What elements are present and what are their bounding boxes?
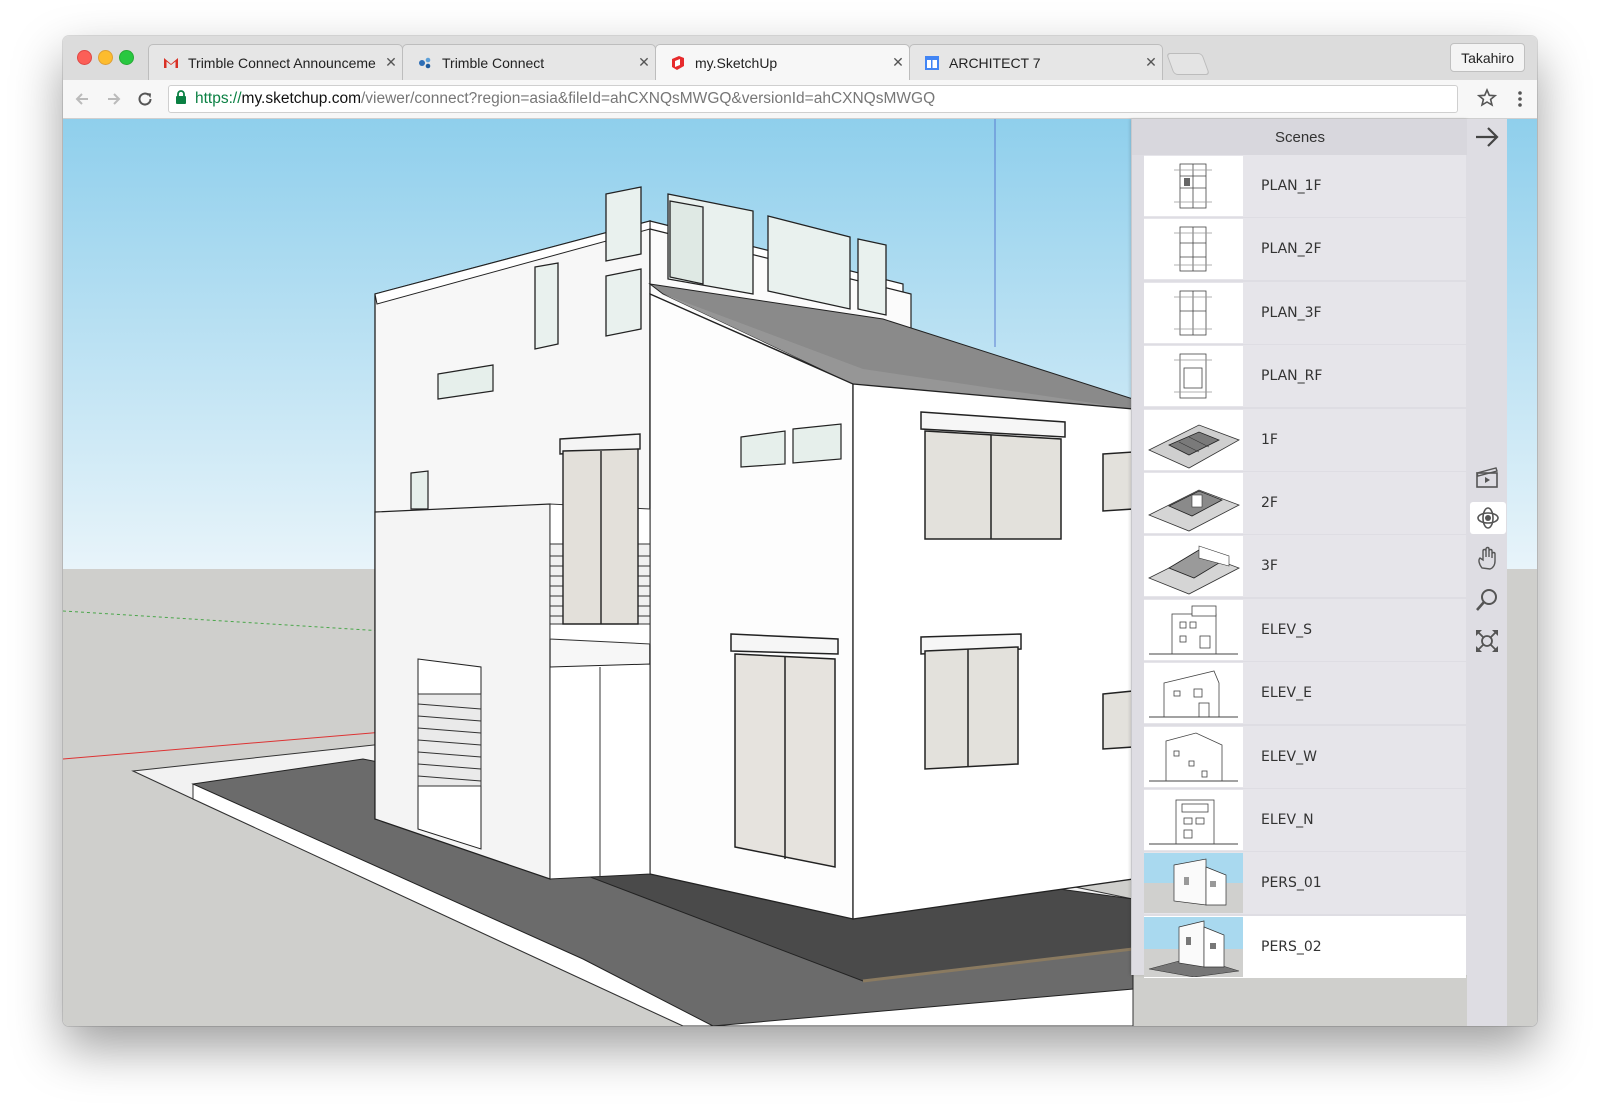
scene-item-3f[interactable]: 3F <box>1144 535 1466 598</box>
scene-item-elev-n[interactable]: ELEV_N <box>1144 788 1466 851</box>
scenes-panel-title: Scenes <box>1132 119 1468 155</box>
reload-icon <box>138 92 152 106</box>
google-doc-icon <box>924 55 940 71</box>
scene-label: ELEV_W <box>1261 748 1317 765</box>
zoom-tool-button[interactable] <box>1471 584 1503 616</box>
back-button[interactable] <box>71 88 93 110</box>
scene-label: 1F <box>1261 431 1278 448</box>
zoom-extents-icon <box>1476 630 1498 652</box>
scene-thumbnail-plan <box>1144 282 1243 343</box>
sketchup-icon <box>670 55 686 71</box>
scenes-panel: Scenes PLAN_1F PLAN_2F PLAN_3F PLAN_RF 1… <box>1131 119 1468 978</box>
scene-thumbnail-elevation <box>1144 599 1243 660</box>
url-scheme: https:// <box>195 90 242 107</box>
scenes-clapper-icon <box>1476 467 1498 488</box>
scene-thumbnail-plan <box>1144 219 1243 280</box>
orbit-icon <box>1477 507 1499 529</box>
scene-thumbnail-iso <box>1144 536 1243 597</box>
url-host: my.sketchup.com <box>241 90 361 107</box>
scene-label: PLAN_3F <box>1261 304 1322 321</box>
scene-label: PLAN_1F <box>1261 178 1322 194</box>
tab-mysketchup[interactable]: my.SketchUp ✕ <box>655 44 910 80</box>
viewer-toolbar <box>1467 119 1507 1026</box>
minimize-window-button[interactable] <box>98 50 113 65</box>
tab-label: my.SketchUp <box>695 54 778 71</box>
pan-hand-icon <box>1478 546 1496 570</box>
scene-item-plan-rf[interactable]: PLAN_RF <box>1144 345 1466 408</box>
tab-gmail[interactable]: Trimble Connect Announceme ✕ <box>148 44 403 80</box>
pan-tool-button[interactable] <box>1471 543 1503 575</box>
scene-thumbnail-iso <box>1144 472 1243 533</box>
scene-item-pers-02[interactable]: PERS_02 <box>1144 915 1466 978</box>
scene-item-2f[interactable]: 2F <box>1144 471 1466 534</box>
scene-label: 2F <box>1261 494 1278 511</box>
collapse-panel-button[interactable] <box>1471 121 1503 153</box>
scene-label: PERS_01 <box>1261 875 1322 892</box>
scene-item-elev-s[interactable]: ELEV_S <box>1144 598 1466 661</box>
zoom-window-button[interactable] <box>119 50 134 65</box>
tab-label: Trimble Connect Announceme <box>188 54 376 71</box>
scene-label: PLAN_RF <box>1261 368 1323 385</box>
tab-architect-7[interactable]: ARCHITECT 7 ✕ <box>909 44 1163 80</box>
tab-label: ARCHITECT 7 <box>949 54 1041 71</box>
close-window-button[interactable] <box>77 50 92 65</box>
forward-button[interactable] <box>103 88 125 110</box>
scene-item-plan-2f[interactable]: PLAN_2F <box>1144 218 1466 281</box>
browser-window: Trimble Connect Announceme ✕ Trimble Con… <box>63 36 1537 1026</box>
browser-toolbar: https://my.sketchup.com/viewer/connect?r… <box>63 80 1537 119</box>
address-bar[interactable]: https://my.sketchup.com/viewer/connect?r… <box>168 85 1458 113</box>
profile-button[interactable]: Takahiro <box>1450 43 1525 72</box>
scene-item-elev-w[interactable]: ELEV_W <box>1144 725 1466 788</box>
collapse-panel-arrow-icon <box>1476 127 1499 147</box>
scene-thumbnail-perspective <box>1144 916 1243 977</box>
scene-item-elev-e[interactable]: ELEV_E <box>1144 662 1466 725</box>
close-tab-icon[interactable]: ✕ <box>887 54 909 71</box>
scene-label: ELEV_N <box>1261 811 1314 828</box>
tab-trimble-connect[interactable]: Trimble Connect ✕ <box>402 44 656 80</box>
scene-thumbnail-plan <box>1144 156 1243 216</box>
scenes-tool-button[interactable] <box>1471 461 1503 493</box>
new-tab-button[interactable] <box>1165 53 1211 75</box>
scene-thumbnail-elevation <box>1144 663 1243 724</box>
close-tab-icon[interactable]: ✕ <box>633 54 655 71</box>
close-tab-icon[interactable]: ✕ <box>1140 54 1162 71</box>
tab-strip: Trimble Connect Announceme ✕ Trimble Con… <box>63 36 1537 81</box>
scene-thumbnail-iso <box>1144 409 1243 470</box>
zoom-extents-tool-button[interactable] <box>1471 625 1503 657</box>
scene-item-pers-01[interactable]: PERS_01 <box>1144 852 1466 915</box>
gmail-icon <box>163 55 179 71</box>
scene-thumbnail-elevation <box>1144 726 1243 787</box>
back-arrow-icon <box>75 93 88 105</box>
scene-item-plan-1f[interactable]: PLAN_1F <box>1144 155 1466 217</box>
url-path: /viewer/connect?region=asia&fileId=ahCXN… <box>360 90 936 107</box>
scene-thumbnail-perspective <box>1144 853 1243 914</box>
scene-label: PERS_02 <box>1261 938 1322 955</box>
orbit-tool-button[interactable] <box>1470 502 1506 534</box>
scene-item-1f[interactable]: 1F <box>1144 408 1466 471</box>
forward-arrow-icon <box>108 93 121 105</box>
scene-thumbnail-plan <box>1144 346 1243 407</box>
scene-label: 3F <box>1261 558 1278 575</box>
close-tab-icon[interactable]: ✕ <box>380 54 402 71</box>
scene-label: PLAN_2F <box>1261 241 1322 258</box>
browser-menu-icon[interactable] <box>1517 89 1523 113</box>
bookmark-star-icon[interactable] <box>1476 87 1498 112</box>
lock-icon <box>175 89 187 109</box>
scene-thumbnail-elevation <box>1144 789 1243 850</box>
scene-item-plan-3f[interactable]: PLAN_3F <box>1144 281 1466 344</box>
tab-label: Trimble Connect <box>442 54 545 71</box>
scene-label: ELEV_E <box>1261 685 1312 702</box>
zoom-magnifier-icon <box>1476 589 1497 611</box>
trimble-connect-icon <box>417 55 433 71</box>
scene-label: ELEV_S <box>1261 621 1312 638</box>
reload-button[interactable] <box>134 88 156 110</box>
